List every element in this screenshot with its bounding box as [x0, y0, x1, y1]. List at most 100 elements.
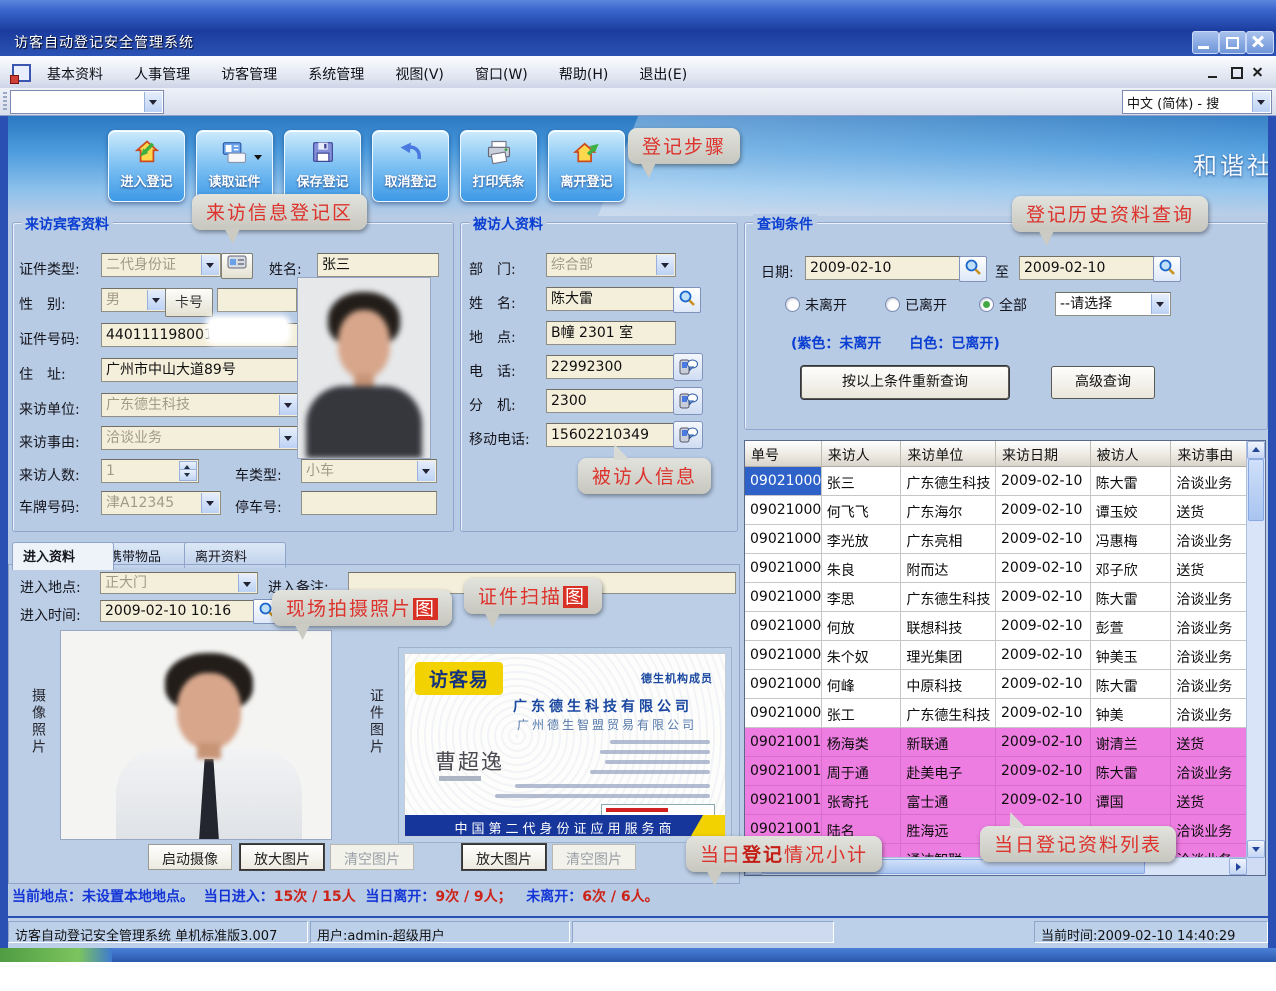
table-cell[interactable]: 送货 [1171, 786, 1247, 815]
table-cell[interactable]: 钟美 [1091, 699, 1172, 728]
clear-photo-button[interactable]: 清空图片 [330, 844, 414, 870]
menu-item-hr[interactable]: 人事管理 [121, 62, 203, 86]
table-cell[interactable]: 洽谈业务 [1171, 525, 1247, 554]
vertical-scrollbar[interactable] [1246, 441, 1265, 858]
enter-register-button[interactable]: 进入登记 [108, 130, 185, 202]
table-cell[interactable]: 中原科技 [901, 670, 996, 699]
table-cell[interactable]: 洽谈业务 [1171, 467, 1247, 496]
chevron-down-icon[interactable] [279, 395, 297, 415]
table-cell[interactable]: 2009-02-10 [996, 757, 1091, 786]
table-cell[interactable]: 送货 [1171, 728, 1247, 757]
table-cell[interactable]: 090210002 [745, 496, 822, 525]
card-reader-button[interactable] [221, 253, 253, 279]
table-cell[interactable]: 杨海类 [822, 728, 902, 757]
table-row[interactable]: 090210003李光放广东亮相2009-02-10冯惠梅洽谈业务 [745, 525, 1247, 554]
table-cell[interactable]: 陈大雷 [1091, 467, 1172, 496]
table-cell[interactable]: 090210010 [745, 728, 822, 757]
table-row[interactable]: 090210009张工广东德生科技2009-02-10钟美洽谈业务 [745, 699, 1247, 728]
location-field[interactable]: B幢 2301 室 [546, 321, 676, 345]
menu-item-exit[interactable]: 退出(E) [626, 62, 700, 86]
table-cell[interactable]: 广东德生科技 [901, 467, 996, 496]
table-cell[interactable]: 朱良 [822, 554, 902, 583]
table-cell[interactable]: 洽谈业务 [1171, 757, 1247, 786]
restore-icon[interactable] [1219, 31, 1246, 54]
table-cell[interactable]: 何峰 [822, 670, 902, 699]
quick-select-combobox[interactable] [10, 90, 164, 114]
visitor-name-field[interactable]: 张三 [317, 253, 439, 277]
minimize-icon[interactable] [1192, 31, 1219, 54]
clear-card-button[interactable]: 清空图片 [552, 844, 636, 870]
table-cell[interactable]: 富士通 [901, 786, 996, 815]
date-from-field[interactable]: 2009-02-10 [805, 256, 963, 280]
table-cell[interactable]: 090210001 [745, 467, 822, 496]
table-cell[interactable]: 陈大雷 [1091, 583, 1172, 612]
spin-down-icon[interactable] [179, 469, 197, 481]
table-cell[interactable]: 附而达 [901, 554, 996, 583]
table-cell[interactable]: 何放 [822, 612, 902, 641]
table-cell[interactable]: 谭玉姣 [1091, 496, 1172, 525]
table-cell[interactable]: 赴美电子 [901, 757, 996, 786]
language-combobox[interactable]: 中文 (简体) - 搜 [1122, 90, 1272, 114]
table-cell[interactable]: 090210004 [745, 554, 822, 583]
dept-select[interactable]: 综合部 [546, 253, 676, 277]
table-cell[interactable]: 洽谈业务 [1171, 844, 1247, 858]
mdi-close-icon[interactable] [1249, 65, 1267, 80]
table-cell[interactable]: 何飞飞 [822, 496, 902, 525]
table-cell[interactable]: 陈大雷 [1091, 757, 1172, 786]
table-cell[interactable]: 090210008 [745, 670, 822, 699]
chevron-down-icon[interactable] [201, 493, 219, 513]
table-cell[interactable]: 送货 [1171, 554, 1247, 583]
read-card-button[interactable]: 读取证件 [196, 130, 273, 202]
advanced-query-button[interactable]: 高级查询 [1051, 366, 1155, 399]
zoom-photo-button[interactable]: 放大图片 [240, 844, 324, 870]
address-field[interactable]: 广州市中山大道89号 [101, 358, 299, 382]
table-row[interactable]: 090210006何放联想科技2009-02-10彭萱洽谈业务 [745, 612, 1247, 641]
entry-place-select[interactable]: 正大门 [100, 572, 258, 594]
table-cell[interactable]: 洽谈业务 [1171, 641, 1247, 670]
table-cell[interactable]: 广东亮相 [901, 525, 996, 554]
mdi-minimize-icon[interactable] [1205, 65, 1223, 80]
column-header-1[interactable]: 来访人 [822, 441, 902, 467]
table-cell[interactable]: 冯惠梅 [1091, 525, 1172, 554]
table-cell[interactable]: 090210007 [745, 641, 822, 670]
status-select[interactable]: --请选择 [1055, 292, 1171, 316]
visit-reason-select[interactable]: 洽谈业务 [101, 426, 299, 450]
menu-item-window[interactable]: 窗口(W) [462, 62, 541, 86]
zoom-card-button[interactable]: 放大图片 [462, 844, 546, 870]
date-to-field[interactable]: 2009-02-10 [1019, 256, 1157, 280]
card-no-field[interactable] [217, 288, 297, 312]
chevron-down-icon[interactable] [144, 92, 162, 112]
radio-all[interactable]: 全部 [979, 295, 1049, 313]
dial-mobile-button[interactable] [673, 421, 703, 449]
table-cell[interactable]: 2009-02-10 [996, 496, 1091, 525]
date-to-picker-button[interactable] [1153, 256, 1181, 282]
table-cell[interactable]: 2009-02-10 [996, 525, 1091, 554]
chevron-down-icon[interactable] [1151, 294, 1169, 314]
table-cell[interactable]: 理光集团 [901, 641, 996, 670]
scroll-down-icon[interactable] [1247, 840, 1265, 858]
save-register-button[interactable]: 保存登记 [284, 130, 361, 202]
cert-type-select[interactable]: 二代身份证 [101, 253, 221, 277]
column-header-4[interactable]: 被访人 [1091, 441, 1172, 467]
table-cell[interactable]: 朱个奴 [822, 641, 902, 670]
table-cell[interactable]: 2009-02-10 [996, 583, 1091, 612]
table-cell[interactable]: 2009-02-10 [996, 699, 1091, 728]
table-cell[interactable]: 090210003 [745, 525, 822, 554]
table-row[interactable]: 090210005李思广东德生科技2009-02-10陈大雷洽谈业务 [745, 583, 1247, 612]
column-header-0[interactable]: 单号 [745, 441, 822, 467]
chevron-down-icon[interactable] [238, 574, 256, 592]
table-cell[interactable]: 洽谈业务 [1171, 583, 1247, 612]
tel-field[interactable]: 22992300 [546, 355, 676, 379]
radio-left[interactable]: 已离开 [885, 295, 975, 313]
dial-tel-button[interactable] [673, 353, 703, 381]
menu-item-basic[interactable]: 基本资料 [34, 62, 116, 86]
table-cell[interactable]: 090210006 [745, 612, 822, 641]
table-row[interactable]: 090210004朱良附而达2009-02-10邓子欣送货 [745, 554, 1247, 583]
plate-select[interactable]: 津A12345 [101, 491, 221, 515]
mdi-restore-icon[interactable] [1227, 65, 1245, 80]
table-cell[interactable]: 张寄托 [822, 786, 902, 815]
close-icon[interactable] [1246, 31, 1274, 54]
table-cell[interactable]: 送货 [1171, 496, 1247, 525]
interviewee-name-field[interactable]: 陈大雷 [546, 287, 676, 311]
gender-select[interactable]: 男 [101, 288, 167, 312]
